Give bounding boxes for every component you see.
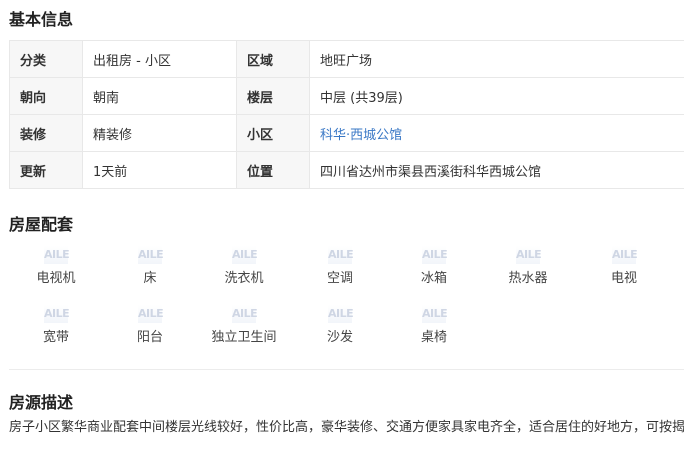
fridge-icon: AILE (422, 246, 448, 264)
facility-label: 独立卫生间 (211, 330, 277, 345)
area-value: 地旺广场 (309, 40, 684, 78)
area-label: 区域 (236, 40, 310, 78)
facility-label: 桌椅 (420, 330, 447, 345)
category-label: 分类 (9, 40, 83, 78)
facility-item: AILE 热水器 (488, 246, 568, 286)
facility-label: 床 (143, 271, 157, 286)
facility-item: AILE 空调 (300, 246, 380, 286)
updated-label: 更新 (9, 151, 83, 189)
facility-label: 空调 (326, 271, 353, 286)
facility-item: AILE 冰箱 (394, 246, 474, 286)
facilities-title: 房屋配套 (9, 215, 74, 234)
facility-label: 阳台 (136, 330, 163, 345)
balcony-icon: AILE (138, 305, 164, 323)
community-cell: 科华·西城公馆 (309, 114, 684, 152)
broadband-icon: AILE (44, 305, 70, 323)
bed-icon: AILE (138, 246, 164, 264)
location-value: 四川省达州市渠县西溪街科华西城公馆 (309, 151, 684, 189)
facility-label: 冰箱 (420, 271, 447, 286)
air-conditioner-icon: AILE (328, 246, 354, 264)
community-link[interactable]: 科华·西城公馆 (320, 128, 402, 143)
decoration-label: 装修 (9, 114, 83, 152)
floor-value: 中层 (共39层) (309, 77, 684, 115)
television-icon: AILE (612, 246, 638, 264)
facility-item: AILE 沙发 (300, 305, 380, 345)
table-row: 更新 1天前 位置 四川省达州市渠县西溪街科华西城公馆 (9, 151, 684, 189)
bathroom-icon: AILE (232, 305, 258, 323)
orientation-label: 朝向 (9, 77, 83, 115)
facility-label: 宽带 (42, 330, 69, 345)
facility-item: AILE 阳台 (110, 305, 190, 345)
updated-value: 1天前 (82, 151, 237, 189)
facility-label: 电视 (610, 271, 637, 286)
facility-item: AILE 独立卫生间 (204, 305, 284, 345)
community-label: 小区 (236, 114, 310, 152)
facility-item: AILE 洗衣机 (204, 246, 284, 286)
category-value: 出租房 - 小区 (82, 40, 237, 78)
facility-label: 沙发 (326, 330, 353, 345)
decoration-value: 精装修 (82, 114, 237, 152)
location-label: 位置 (236, 151, 310, 189)
description-title: 房源描述 (9, 393, 74, 412)
facility-item: AILE 宽带 (16, 305, 96, 345)
sofa-icon: AILE (328, 305, 354, 323)
table-row: 分类 出租房 - 小区 区域 地旺广场 (9, 40, 684, 78)
section-divider (9, 369, 684, 370)
facility-item: AILE 电视机 (16, 246, 96, 286)
floor-label: 楼层 (236, 77, 310, 115)
washing-machine-icon: AILE (232, 246, 258, 264)
basic-info-title: 基本信息 (9, 10, 74, 29)
table-chair-icon: AILE (422, 305, 448, 323)
table-row: 装修 精装修 小区 科华·西城公馆 (9, 114, 684, 152)
tv-icon: AILE (44, 246, 70, 264)
facility-label: 电视机 (36, 271, 76, 286)
facility-item: AILE 电视 (584, 246, 664, 286)
facility-label: 洗衣机 (224, 271, 264, 286)
table-row: 朝向 朝南 楼层 中层 (共39层) (9, 77, 684, 115)
orientation-value: 朝南 (82, 77, 237, 115)
facility-item: AILE 桌椅 (394, 305, 474, 345)
description-text: 房子小区繁华商业配套中间楼层光线较好，性价比高，豪华装修、交通方便家具家电齐全，… (9, 420, 684, 435)
basic-info-table: 分类 出租房 - 小区 区域 地旺广场 朝向 朝南 楼层 中层 (共39层) 装… (9, 40, 684, 189)
water-heater-icon: AILE (516, 246, 542, 264)
facility-label: 热水器 (508, 271, 548, 286)
facility-item: AILE 床 (110, 246, 190, 286)
